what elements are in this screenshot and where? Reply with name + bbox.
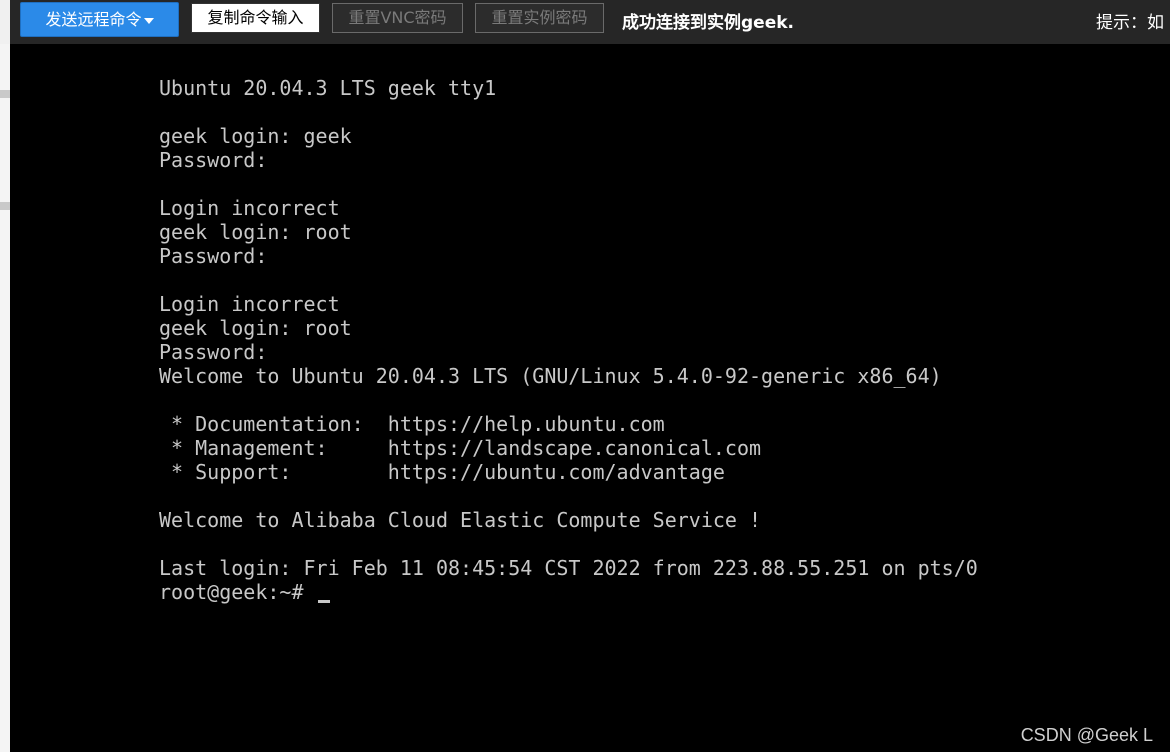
terminal-line: * Documentation: https://help.ubuntu.com (159, 412, 665, 436)
hint-text: 提示：如 (1096, 13, 1164, 33)
terminal-line: * Support: https://ubuntu.com/advantage (159, 460, 725, 484)
vnc-console-page: 发送远程命令 复制命令输入 重置VNC密码 重置实例密码 成功连接到实例geek… (0, 0, 1170, 752)
connection-status-message: 成功连接到实例geek. (622, 13, 794, 33)
caret-down-icon (143, 17, 154, 24)
edge-mark (0, 90, 10, 98)
vnc-terminal-screen[interactable]: Ubuntu 20.04.3 LTS geek tty1 geek login: … (10, 44, 1170, 752)
terminal-line: Welcome to Ubuntu 20.04.3 LTS (GNU/Linux… (159, 364, 942, 388)
terminal-line: geek login: root (159, 220, 352, 244)
edge-mark (0, 202, 10, 210)
send-remote-command-label: 发送远程命令 (45, 10, 142, 29)
reset-vnc-password-button[interactable]: 重置VNC密码 (332, 3, 463, 33)
text-cursor (317, 600, 330, 603)
terminal-line: * Management: https://landscape.canonica… (159, 436, 762, 460)
terminal-line: Password: (159, 340, 268, 364)
copy-command-input-button[interactable]: 复制命令输入 (191, 3, 320, 33)
reset-instance-password-button[interactable]: 重置实例密码 (475, 3, 604, 33)
terminal-line: Last login: Fri Feb 11 08:45:54 CST 2022… (159, 556, 978, 580)
watermark-text: CSDN @Geek L (1020, 725, 1153, 745)
send-remote-command-button[interactable]: 发送远程命令 (20, 2, 179, 37)
terminal-line: Password: (159, 148, 268, 172)
terminal-line: Password: (159, 244, 268, 268)
terminal-line: geek login: root (159, 316, 352, 340)
terminal-line: Ubuntu 20.04.3 LTS geek tty1 (159, 76, 497, 100)
shell-prompt: root@geek:~# (159, 580, 316, 604)
terminal-line: Welcome to Alibaba Cloud Elastic Compute… (159, 508, 762, 532)
terminal-line: geek login: geek (159, 124, 352, 148)
left-edge-strip (0, 44, 10, 752)
terminal-output: Ubuntu 20.04.3 LTS geek tty1 geek login: … (159, 76, 978, 604)
terminal-line: Login incorrect (159, 196, 340, 220)
terminal-prompt-line: root@geek:~# (159, 580, 978, 604)
console-toolbar: 发送远程命令 复制命令输入 重置VNC密码 重置实例密码 成功连接到实例geek… (0, 0, 1170, 44)
terminal-line: Login incorrect (159, 292, 340, 316)
